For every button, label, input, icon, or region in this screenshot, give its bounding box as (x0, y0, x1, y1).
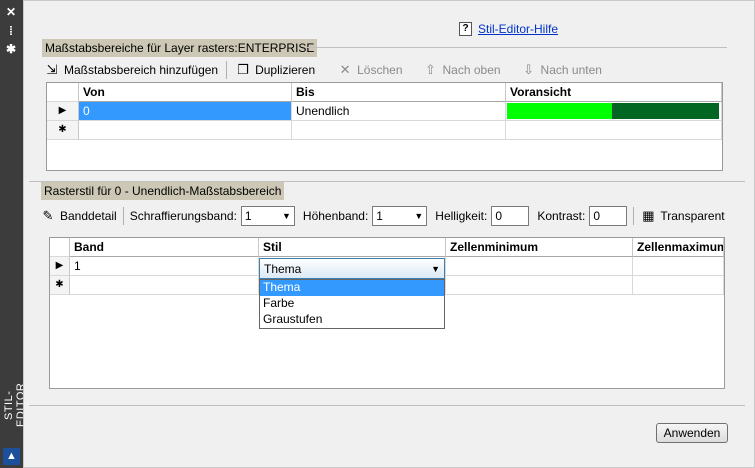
duplicate-button[interactable]: ❐ Duplizieren (229, 62, 321, 78)
help-icon: ? (459, 22, 472, 36)
duplicate-icon: ❐ (237, 62, 249, 77)
new-row-marker[interactable]: ✱ (50, 276, 70, 295)
cell-band[interactable]: 1 (70, 257, 259, 276)
style-editor-window: ✕ ⁞ ✱ STIL-EDITOR ▲ ? Stil-Editor-Hilfe … (0, 0, 755, 468)
apply-button[interactable]: Anwenden (656, 423, 728, 443)
chevron-down-icon: ▼ (431, 263, 440, 274)
new-row[interactable]: ✱ (47, 121, 722, 140)
new-cell-bis[interactable] (292, 121, 506, 140)
hatch-band-select[interactable]: 1 ▼ (240, 206, 295, 226)
toolbar-separator (226, 61, 228, 79)
new-cell-von[interactable] (79, 121, 292, 140)
new-cell-max[interactable] (633, 276, 724, 295)
new-cell-min[interactable] (446, 276, 633, 295)
scale-range-toolbar: ⇲ Maßstabsbereich hinzufügen ❐ Duplizier… (38, 59, 608, 81)
palette-title-bar: ✕ ⁞ ✱ STIL-EDITOR ▲ (0, 0, 27, 468)
column-header-style[interactable]: Stil (259, 238, 446, 257)
hatch-band-label: Schraffierungsband: (129, 209, 237, 223)
new-row-marker[interactable]: ✱ (47, 121, 79, 140)
cell-bis[interactable]: Unendlich (292, 102, 506, 121)
toolbar-separator (633, 207, 635, 225)
delete-icon: ✕ (339, 62, 351, 77)
main-panel: ? Stil-Editor-Hilfe Maßstabsbereiche für… (23, 0, 755, 468)
table-row[interactable]: ▶ 0 Unendlich (47, 102, 722, 121)
column-header-preview[interactable]: Voransicht (506, 83, 722, 102)
column-header-bis[interactable]: Bis (292, 83, 506, 102)
contrast-input[interactable]: 0 (589, 206, 628, 226)
cell-von[interactable]: 0 (79, 102, 292, 121)
scale-ranges-header: Maßstabsbereiche für Layer rasters:ENTER… (42, 39, 318, 57)
row-marker[interactable]: ▶ (50, 257, 70, 276)
delete-button[interactable]: ✕ Löschen (331, 62, 408, 78)
properties-icon[interactable]: ✱ (4, 42, 18, 56)
app-logo-icon: ▲ (3, 448, 20, 465)
toolbar-separator (122, 207, 124, 225)
style-dropdown-list: Thema Farbe Graustufen (259, 279, 445, 329)
grid-header-row: Von Bis Voransicht (47, 83, 722, 102)
edit-icon: ✎ (42, 208, 54, 223)
height-band-label: Höhenband: (302, 209, 369, 223)
cell-max[interactable] (633, 257, 724, 276)
hatch-band-group: Schraffierungsband: 1 ▼ (126, 206, 299, 226)
column-header-cell-min[interactable]: Zellenminimum (446, 238, 633, 257)
preview-swatch-dark (613, 103, 719, 119)
preview-swatch-light (507, 103, 613, 119)
height-band-group: Höhenband: 1 ▼ (299, 206, 431, 226)
transparent-icon: ▦ (642, 208, 655, 223)
brightness-label: Helligkeit: (435, 209, 488, 223)
row-marker[interactable]: ▶ (47, 102, 79, 121)
band-detail-button[interactable]: ✎ Banddetail (36, 208, 121, 224)
grid-header-row: Band Stil Zellenminimum Zellenmaximum (50, 238, 724, 257)
raster-style-header: Rasterstil für 0 - Unendlich-Maßstabsber… (41, 182, 285, 200)
dropdown-option-farbe[interactable]: Farbe (260, 296, 444, 312)
autohide-icon[interactable]: ⁞ (4, 24, 18, 38)
dropdown-option-thema[interactable]: Thema (260, 280, 444, 296)
brightness-input[interactable]: 0 (491, 206, 530, 226)
divider (29, 405, 745, 406)
new-cell-band[interactable] (70, 276, 259, 295)
help-link-label[interactable]: Stil-Editor-Hilfe (478, 22, 558, 36)
row-header-corner (47, 83, 79, 102)
cell-preview[interactable] (506, 102, 722, 121)
divider (307, 47, 727, 48)
move-up-button[interactable]: ⇧ Nach oben (417, 62, 507, 78)
column-header-cell-max[interactable]: Zellenmaximum (633, 238, 724, 257)
add-scale-range-button[interactable]: ⇲ Maßstabsbereich hinzufügen (38, 62, 224, 78)
column-header-band[interactable]: Band (70, 238, 259, 257)
row-header-corner (50, 238, 70, 257)
raster-style-toolbar: ✎ Banddetail Schraffierungsband: 1 ▼ Höh… (36, 205, 729, 227)
style-select[interactable]: Thema ▼ (259, 258, 445, 279)
arrow-up-icon: ⇧ (425, 62, 436, 77)
cell-min[interactable] (446, 257, 633, 276)
chevron-down-icon: ▼ (414, 211, 424, 221)
help-link[interactable]: ? Stil-Editor-Hilfe (459, 22, 558, 36)
contrast-group: Kontrast: 0 (533, 206, 631, 226)
window-title: STIL-EDITOR (3, 382, 27, 428)
chevron-down-icon: ▼ (281, 211, 291, 221)
scale-range-grid: Von Bis Voransicht ▶ 0 Unendlich ✱ (46, 82, 723, 171)
new-cell-preview[interactable] (506, 121, 722, 140)
column-header-von[interactable]: Von (79, 83, 292, 102)
transparent-button[interactable]: ▦ Transparent (636, 208, 728, 224)
move-down-button[interactable]: ⇩ Nach unten (515, 62, 608, 78)
close-icon[interactable]: ✕ (4, 5, 18, 19)
brightness-group: Helligkeit: 0 (431, 206, 533, 226)
add-range-icon: ⇲ (46, 62, 58, 77)
height-band-select[interactable]: 1 ▼ (372, 206, 428, 226)
dropdown-option-graustufen[interactable]: Graustufen (260, 312, 444, 328)
contrast-label: Kontrast: (537, 209, 586, 223)
arrow-down-icon: ⇩ (523, 62, 534, 77)
style-select-value: Thema (264, 261, 302, 276)
